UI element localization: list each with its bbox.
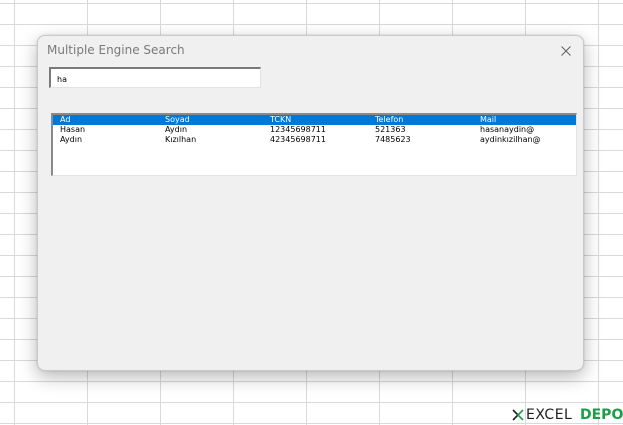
cell-ad: Hasan: [60, 125, 86, 134]
cell-soyad: Aydın: [165, 125, 188, 134]
logo-mark-icon: [512, 409, 524, 421]
column-header-ad: Ad: [60, 115, 71, 124]
logo-text-depo: DEPO: [580, 407, 623, 423]
cell-telefon: 7485623: [375, 135, 411, 144]
dialog-title: Multiple Engine Search: [47, 43, 185, 57]
column-header-tckn: TCKN: [270, 115, 292, 124]
cell-soyad: Kızılhan: [165, 135, 197, 144]
column-header-mail: Mail: [480, 115, 497, 124]
cell-telefon: 521363: [375, 125, 406, 134]
results-listbox[interactable]: Ad Soyad TCKN Telefon Mail Hasan Aydın 1…: [51, 113, 577, 176]
column-header-soyad: Soyad: [165, 115, 190, 124]
list-item[interactable]: Hasan Aydın 12345698711 521363 hasanaydi…: [53, 125, 576, 135]
listbox-header-row[interactable]: Ad Soyad TCKN Telefon Mail: [53, 115, 576, 125]
dialog-titlebar[interactable]: Multiple Engine Search: [38, 36, 583, 66]
close-icon: [561, 46, 571, 56]
column-header-telefon: Telefon: [375, 115, 404, 124]
cell-tckn: 42345698711: [270, 135, 326, 144]
list-item[interactable]: Aydın Kızılhan 42345698711 7485623 aydin…: [53, 135, 576, 145]
cell-mail: aydinkızilhan@: [480, 135, 541, 144]
cell-ad: Aydın: [60, 135, 83, 144]
logo-text-excel: EXCEL: [526, 407, 573, 423]
search-dialog: Multiple Engine Search Ad Soyad TCKN Tel…: [37, 35, 584, 371]
cell-tckn: 12345698711: [270, 125, 326, 134]
cell-mail: hasanaydin@: [480, 125, 535, 134]
close-button[interactable]: [555, 41, 577, 61]
search-input[interactable]: [49, 67, 261, 88]
